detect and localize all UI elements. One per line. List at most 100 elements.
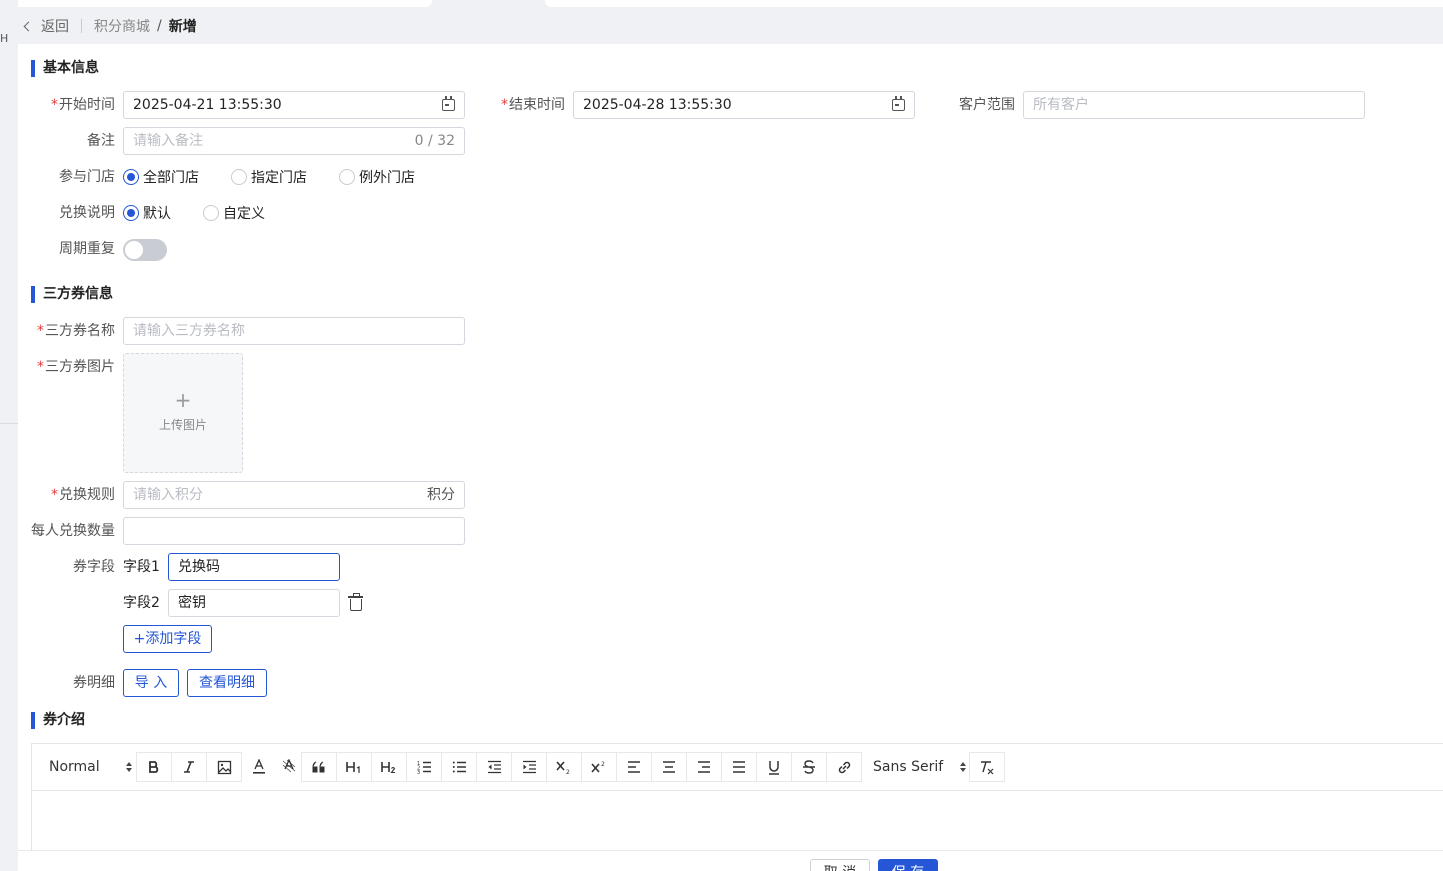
end-time-label: *结束时间 — [501, 97, 565, 113]
top-strip — [0, 0, 1443, 8]
remark-input[interactable]: 请输入备注 0 / 32 — [123, 127, 465, 155]
select-arrows-icon — [126, 762, 132, 772]
strike-button[interactable] — [791, 752, 827, 782]
section-coupon-title: 三方券信息 — [31, 286, 113, 303]
underline-button[interactable] — [756, 752, 792, 782]
link-button[interactable] — [826, 752, 862, 782]
back-button[interactable]: 返回 — [18, 16, 69, 36]
section-intro-title: 券介绍 — [31, 712, 85, 729]
customer-scope-select[interactable]: 所有客户 — [1023, 91, 1365, 119]
bullet-list-button[interactable] — [441, 752, 477, 782]
repeat-label: 周期重复 — [59, 241, 115, 257]
left-edge: H — [0, 0, 18, 871]
font-select[interactable]: Sans Serif — [862, 752, 970, 782]
coupon-name-input[interactable]: 请输入三方券名称 — [123, 317, 465, 345]
end-time-picker[interactable]: 2025-04-28 13:55:30 — [573, 91, 915, 119]
indent-decrease-button[interactable] — [476, 752, 512, 782]
coupon-details-label: 券明细 — [73, 675, 115, 691]
field-2-input[interactable]: 密钥 — [168, 589, 340, 617]
radio-excluded-stores[interactable]: 例外门店 — [339, 167, 415, 187]
ordered-list-button[interactable]: 123 — [406, 752, 442, 782]
stores-radio-group: 全部门店 指定门店 例外门店 — [123, 163, 441, 191]
trash-icon[interactable] — [348, 593, 363, 611]
customer-scope-placeholder: 所有客户 — [1033, 97, 1089, 113]
header-select[interactable]: Normal — [38, 752, 136, 782]
save-button[interactable]: 保 存 — [878, 859, 938, 871]
start-time-picker[interactable]: 2025-04-21 13:55:30 — [123, 91, 465, 119]
radio-dot — [123, 169, 139, 185]
import-button[interactable]: 导 入 — [123, 669, 179, 697]
points-placeholder: 请输入积分 — [133, 487, 203, 503]
per-person-label: 每人兑换数量 — [31, 523, 115, 539]
view-details-button[interactable]: 查看明细 — [187, 669, 267, 697]
breadcrumb: 返回 积分商城 / 新增 — [18, 8, 1443, 44]
radio-dot — [339, 169, 355, 185]
radio-custom[interactable]: 自定义 — [203, 203, 265, 223]
section-basic-title: 基本信息 — [31, 60, 99, 77]
radio-default[interactable]: 默认 — [123, 203, 171, 223]
calendar-icon — [892, 96, 905, 111]
font-color-button[interactable] — [241, 752, 277, 782]
rich-text-editor: Normal 1 2 3 2 2 Sans Serif — [31, 743, 1443, 851]
remark-counter: 0 / 32 — [414, 133, 455, 149]
breadcrumb-divider — [81, 19, 82, 33]
superscript-button[interactable]: 2 — [581, 752, 617, 782]
image-button[interactable] — [206, 752, 242, 782]
bold-button[interactable] — [136, 752, 172, 782]
cancel-button[interactable]: 取 消 — [810, 859, 870, 871]
points-input[interactable]: 请输入积分 积分 — [123, 481, 465, 509]
field-1-name: 字段1 — [123, 559, 160, 575]
header-1-button[interactable] — [336, 752, 372, 782]
remark-label: 备注 — [87, 133, 115, 149]
left-edge-divider — [0, 423, 18, 424]
exchange-desc-radio-group: 默认 自定义 — [123, 199, 291, 227]
coupon-image-label: *三方券图片 — [37, 359, 115, 375]
radio-all-stores[interactable]: 全部门店 — [123, 167, 199, 187]
field-2-value: 密钥 — [178, 595, 206, 611]
stores-label: 参与门店 — [59, 169, 115, 185]
remark-placeholder: 请输入备注 — [133, 133, 203, 149]
breadcrumb-separator: / — [157, 18, 162, 34]
align-left-button[interactable] — [616, 752, 652, 782]
background-color-button[interactable] — [276, 752, 302, 782]
svg-text:2: 2 — [566, 769, 570, 774]
chevron-left-icon — [23, 21, 34, 31]
subscript-button[interactable]: 2 — [546, 752, 582, 782]
header-2-button[interactable] — [371, 752, 407, 782]
editor-toolbar: Normal 1 2 3 2 2 Sans Serif — [32, 744, 1443, 791]
blockquote-button[interactable] — [301, 752, 337, 782]
image-upload[interactable]: + 上传图片 — [123, 353, 243, 473]
form-footer: 取 消 保 存 — [18, 850, 1443, 871]
align-center-button[interactable] — [651, 752, 687, 782]
toggle-knob — [125, 241, 143, 259]
svg-text:2: 2 — [601, 761, 605, 768]
field-1-value: 兑换码 — [178, 559, 220, 575]
radio-dot — [203, 205, 219, 221]
plus-icon: + — [174, 388, 192, 412]
back-label: 返回 — [41, 19, 69, 35]
indent-increase-button[interactable] — [511, 752, 547, 782]
field-1-input[interactable]: 兑换码 — [168, 553, 340, 581]
italic-button[interactable] — [171, 752, 207, 782]
radio-dot — [123, 205, 139, 221]
coupon-fields-label: 券字段 — [73, 559, 115, 575]
radio-specified-stores[interactable]: 指定门店 — [231, 167, 307, 187]
breadcrumb-parent[interactable]: 积分商城 — [94, 16, 150, 36]
align-right-button[interactable] — [686, 752, 722, 782]
exchange-desc-label: 兑换说明 — [59, 205, 115, 221]
per-person-input[interactable] — [123, 517, 465, 545]
repeat-toggle[interactable] — [123, 239, 167, 261]
top-strip-right — [545, 0, 1443, 7]
clean-format-button[interactable] — [969, 752, 1005, 782]
form-panel: 基本信息 *开始时间 2025-04-21 13:55:30 *结束时间 202… — [18, 44, 1443, 871]
end-time-value: 2025-04-28 13:55:30 — [583, 97, 732, 113]
top-strip-left — [0, 0, 432, 7]
start-time-value: 2025-04-21 13:55:30 — [133, 97, 282, 113]
left-edge-char: H — [0, 32, 9, 45]
field-2-name: 字段2 — [123, 595, 160, 611]
customer-scope-label: 客户范围 — [959, 97, 1015, 113]
align-justify-button[interactable] — [721, 752, 757, 782]
start-time-label: *开始时间 — [51, 97, 115, 113]
upload-text: 上传图片 — [158, 418, 207, 432]
add-field-button[interactable]: +添加字段 — [123, 625, 212, 653]
